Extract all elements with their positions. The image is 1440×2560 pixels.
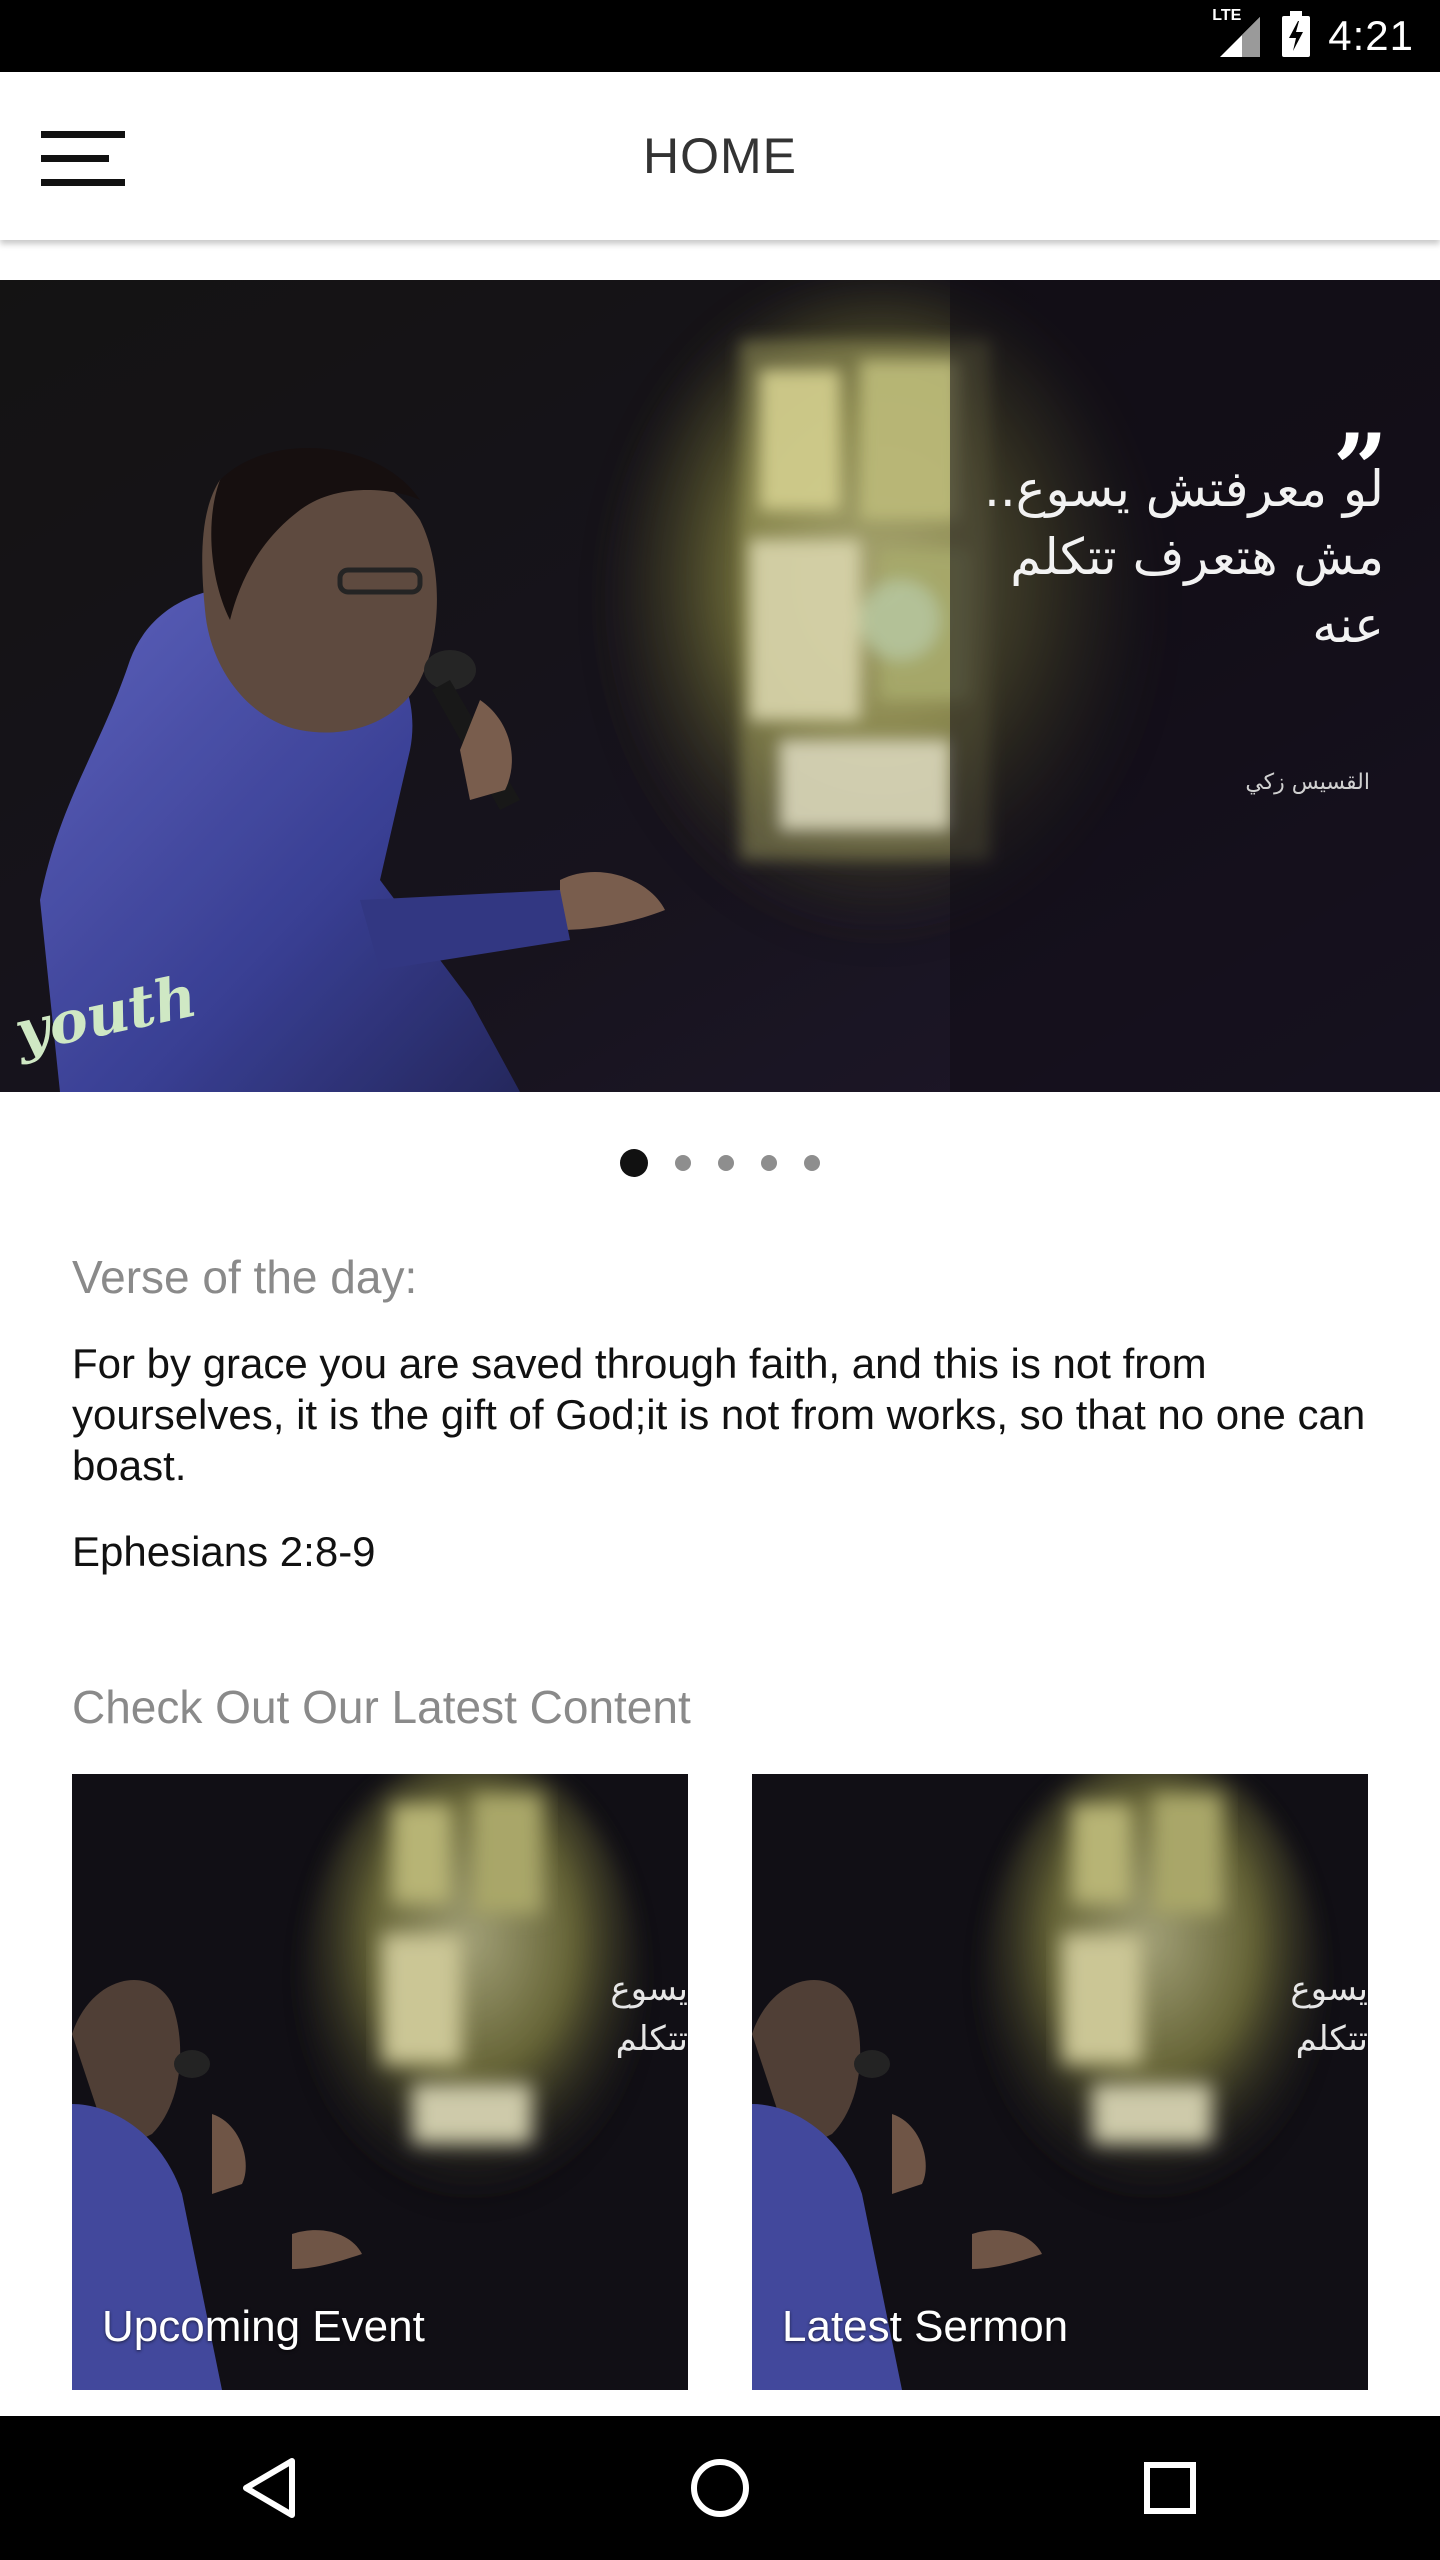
upcoming-event-card[interactable]: يسوع تتكلم Upcoming Event	[72, 1774, 688, 2390]
recents-button[interactable]	[1120, 2438, 1220, 2538]
card-thumbnail	[72, 1774, 688, 2390]
verse-label: Verse of the day:	[72, 1251, 418, 1303]
status-icons: LTE 4:21	[1212, 0, 1414, 72]
hero-author: القسيس زكي	[1245, 770, 1370, 795]
home-button[interactable]	[670, 2438, 770, 2538]
hero-quote: لو معرفتش يسوع.. مش هتعرف تتكلم عنه	[984, 455, 1384, 659]
carousel-dot[interactable]	[675, 1155, 691, 1171]
latest-content-heading: Check Out Our Latest Content	[72, 1681, 691, 1733]
app-bar: HOME	[0, 72, 1440, 240]
back-icon	[243, 2458, 295, 2518]
hero-quote-line: عنه	[1312, 596, 1384, 654]
card-label: Latest Sermon	[782, 2302, 1069, 2351]
hero-carousel[interactable]: ” لو معرفتش يسوع.. مش هتعرف تتكلم عنه ال…	[0, 280, 1440, 1092]
card-arabic-text: يسوع تتكلم	[1248, 1964, 1368, 2064]
card-arabic-line: يسوع	[610, 1969, 688, 2009]
card-arabic-line: تتكلم	[1295, 2019, 1368, 2059]
carousel-dot[interactable]	[718, 1155, 734, 1171]
card-arabic-line: يسوع	[1290, 1969, 1368, 2009]
battery-charging-icon	[1282, 10, 1311, 62]
card-arabic-line: تتكلم	[615, 2019, 688, 2059]
verse-reference: Ephesians 2:8-9	[72, 1528, 376, 1575]
status-bar: LTE 4:21	[0, 0, 1440, 72]
carousel-dot[interactable]	[804, 1155, 820, 1171]
carousel-dot-active[interactable]	[620, 1149, 648, 1177]
clock: 4:21	[1328, 12, 1414, 59]
recents-icon	[1144, 2462, 1196, 2514]
hero-quote-line: مش هتعرف تتكلم	[1010, 528, 1384, 586]
hero-quote-line: لو معرفتش يسوع..	[983, 460, 1384, 518]
screen: LTE 4:21 HOME ” لو معرفتش يسوع.. مش هتعر…	[0, 0, 1440, 2560]
card-arabic-text: يسوع تتكلم	[568, 1964, 688, 2064]
system-navigation-bar	[0, 2416, 1440, 2560]
card-label: Upcoming Event	[102, 2302, 425, 2351]
verse-text: For by grace you are saved through faith…	[72, 1340, 1366, 1489]
signal-icon: LTE	[1212, 7, 1264, 59]
network-type: LTE	[1212, 7, 1242, 24]
carousel-dot[interactable]	[761, 1155, 777, 1171]
page-title: HOME	[643, 128, 797, 184]
hero-photo	[0, 280, 1440, 1092]
home-icon	[691, 2459, 749, 2517]
carousel-indicator	[0, 1148, 1440, 1178]
latest-sermon-card[interactable]: يسوع تتكلم Latest Sermon	[752, 1774, 1368, 2390]
card-thumbnail	[752, 1774, 1368, 2390]
back-button[interactable]	[220, 2438, 320, 2538]
